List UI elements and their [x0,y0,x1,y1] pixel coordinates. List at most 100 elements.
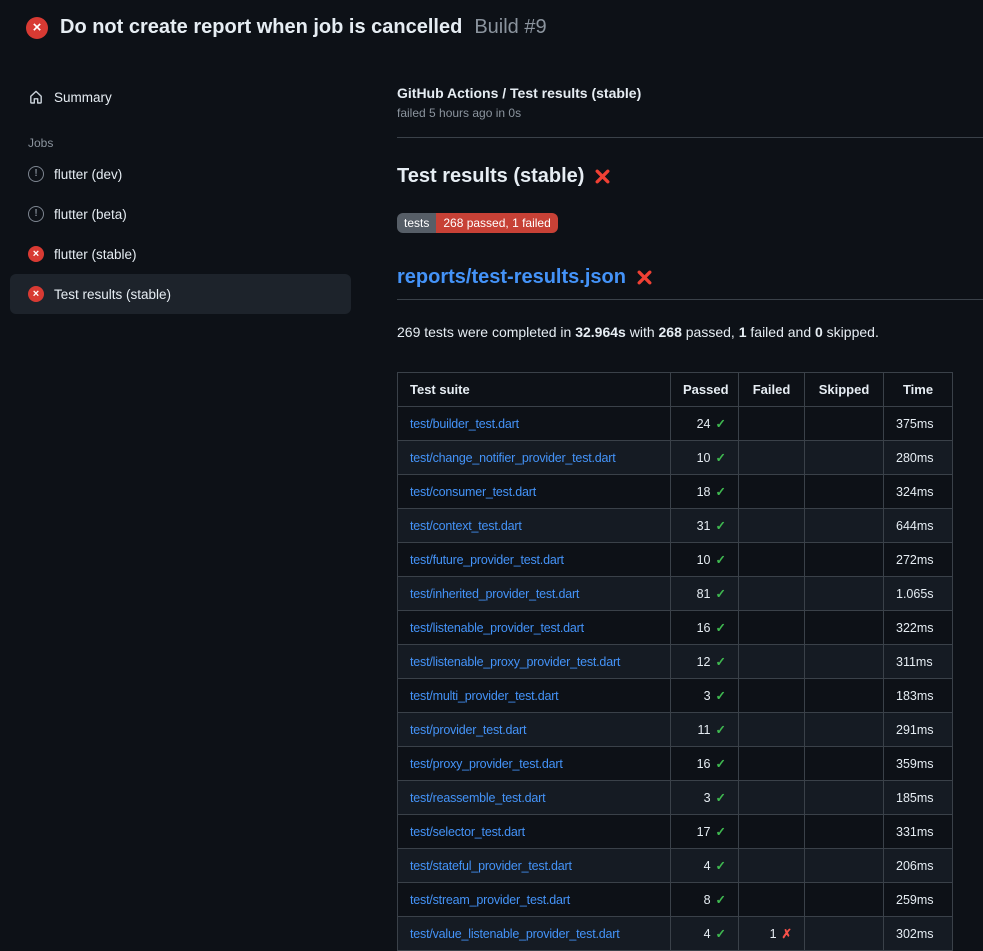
header-row: Test suite Passed Failed Skipped Time [398,373,953,407]
check-icon: ✓ [716,655,726,669]
test-suite-link[interactable]: test/builder_test.dart [410,417,519,431]
cell-failed [739,815,805,849]
summary-part: 269 tests were completed in [397,324,575,340]
cell-skipped [805,543,884,577]
check-run-page: × Do not create report when job is cance… [0,0,983,951]
table-row: test/multi_provider_test.dart3✓183ms [398,679,953,713]
cell-test-suite: test/stateful_provider_test.dart [398,849,671,883]
job-label: flutter (dev) [54,167,122,182]
cell-time: 302ms [884,917,953,951]
cell-passed: 4✓ [671,849,739,883]
cell-test-suite: test/builder_test.dart [398,407,671,441]
test-suite-link[interactable]: test/inherited_provider_test.dart [410,587,579,601]
cell-skipped [805,611,884,645]
check-icon: ✓ [716,757,726,771]
check-icon: ✓ [716,621,726,635]
cell-time: 359ms [884,747,953,781]
cell-time: 1.065s [884,577,953,611]
cell-failed [739,543,805,577]
failed-status-icon: × [26,17,48,39]
jobs-heading: Jobs [10,136,351,150]
cell-test-suite: test/selector_test.dart [398,815,671,849]
passed-count: 8 [704,893,711,907]
sidebar-item-summary[interactable]: Summary [10,80,351,114]
check-icon: ✓ [716,587,726,601]
test-suite-link[interactable]: test/listenable_provider_test.dart [410,621,584,635]
cell-test-suite: test/stream_provider_test.dart [398,883,671,917]
column-header-failed: Failed [739,373,805,407]
test-suite-link[interactable]: test/value_listenable_provider_test.dart [410,927,620,941]
cell-passed: 31✓ [671,509,739,543]
table-row: test/consumer_test.dart18✓324ms [398,475,953,509]
test-suite-link[interactable]: test/multi_provider_test.dart [410,689,558,703]
breadcrumb: GitHub Actions / Test results (stable) [397,85,983,101]
cross-mark-icon [594,168,611,185]
cell-passed: 81✓ [671,577,739,611]
check-icon: ✓ [716,485,726,499]
cell-test-suite: test/provider_test.dart [398,713,671,747]
passed-count: 31 [697,519,711,533]
cell-test-suite: test/future_provider_test.dart [398,543,671,577]
table-row: test/inherited_provider_test.dart 81✓ 1.06… [398,577,953,611]
cell-test-suite: test/multi_provider_test.dart [398,679,671,713]
test-suite-link[interactable]: test/change_notifier_provider_test.dart [410,451,616,465]
table-row: test/builder_test.dart24✓375ms [398,407,953,441]
passed-count: 16 [697,621,711,635]
passed-count: 18 [697,485,711,499]
table-row: test/stream_provider_test.dart8✓259ms [398,883,953,917]
cell-skipped [805,781,884,815]
report-link[interactable]: reports/test-results.json [397,266,626,289]
cell-passed: 17✓ [671,815,739,849]
summary-passed-count: 268 [659,324,682,340]
cell-passed: 10✓ [671,441,739,475]
cell-test-suite: test/context_test.dart [398,509,671,543]
test-suite-link[interactable]: test/proxy_provider_test.dart [410,757,563,771]
cell-failed [739,781,805,815]
sidebar-job-flutter-dev[interactable]: !flutter (dev) [10,154,351,194]
cell-time: 322ms [884,611,953,645]
table-row: test/listenable_proxy_provider_test.dart… [398,645,953,679]
cell-skipped [805,407,884,441]
test-suite-link[interactable]: test/stream_provider_test.dart [410,893,570,907]
cell-skipped [805,441,884,475]
table-row: test/proxy_provider_test.dart16✓359ms [398,747,953,781]
test-suite-link[interactable]: test/selector_test.dart [410,825,525,839]
test-suite-link[interactable]: test/provider_test.dart [410,723,526,737]
cell-test-suite: test/listenable_provider_test.dart [398,611,671,645]
cell-skipped [805,917,884,951]
check-icon: ✓ [716,927,726,941]
cell-skipped [805,475,884,509]
table-row: test/listenable_provider_test.dart 16 ✓ 322… [398,611,953,645]
passed-count: 10 [697,553,711,567]
results-table-head: Test suite Passed Failed Skipped Time [398,373,953,407]
badge-value: 268 passed, 1 failed [436,213,557,233]
test-suite-link[interactable]: test/future_provider_test.dart [410,553,564,567]
passed-count: 24 [697,417,711,431]
test-suite-link[interactable]: test/context_test.dart [410,519,522,533]
cell-passed: 24✓ [671,407,739,441]
passed-count: 4 [704,927,711,941]
cell-time: 311ms [884,645,953,679]
job-label: flutter (stable) [54,247,137,262]
sidebar-job-test-results-stable[interactable]: ×Test results (stable) [10,274,351,314]
check-icon: ✓ [716,553,726,567]
check-icon: ✓ [716,791,726,805]
cell-test-suite: test/value_listenable_provider_test.dart [398,917,671,951]
cell-passed: 12✓ [671,645,739,679]
test-suite-link[interactable]: test/stateful_provider_test.dart [410,859,572,873]
test-suite-link[interactable]: test/listenable_proxy_provider_test.dart [410,655,620,669]
test-suite-link[interactable]: test/reassemble_test.dart [410,791,545,805]
cell-time: 291ms [884,713,953,747]
x-icon: ✗ [782,927,792,941]
test-suite-link[interactable]: test/consumer_test.dart [410,485,536,499]
cell-time: 206ms [884,849,953,883]
sidebar-job-flutter-stable[interactable]: ×flutter (stable) [10,234,351,274]
summary-skipped-count: 0 [815,324,823,340]
cell-failed [739,611,805,645]
cell-passed: 3✓ [671,781,739,815]
column-header-time: Time [884,373,953,407]
cell-skipped [805,645,884,679]
sidebar-job-flutter-beta[interactable]: !flutter (beta) [10,194,351,234]
cell-time: 331ms [884,815,953,849]
cell-skipped [805,713,884,747]
